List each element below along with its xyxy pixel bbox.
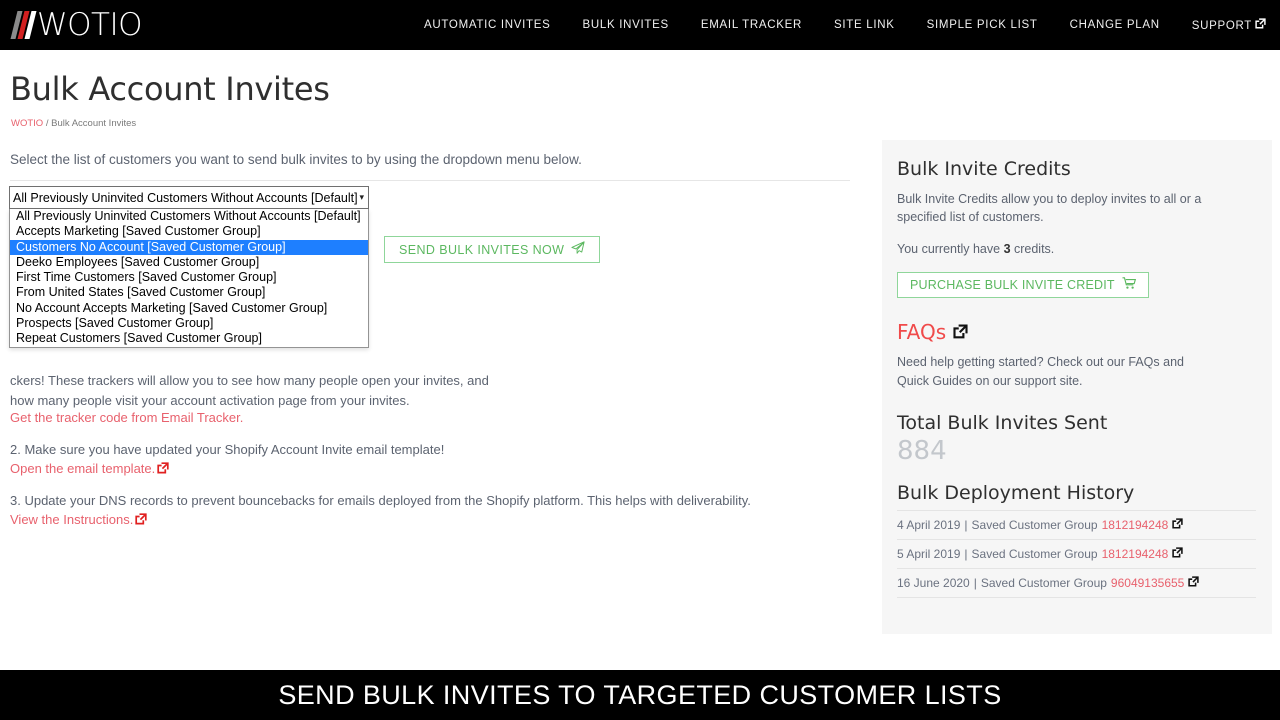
history-group-id[interactable]: 96049135655	[1111, 576, 1184, 590]
purchase-bulk-invite-credit-button[interactable]: PURCHASE BULK INVITE CREDIT	[897, 272, 1149, 299]
nav-item-bulk-invites[interactable]: BULK INVITES	[567, 19, 685, 31]
breadcrumb-current: Bulk Account Invites	[51, 118, 137, 129]
external-link-icon	[953, 320, 968, 344]
credits-count: 3	[1003, 242, 1011, 257]
logo-bars-icon	[10, 10, 37, 40]
nav-item-support[interactable]: SUPPORT	[1176, 18, 1270, 32]
bulk-invite-credits-heading: Bulk Invite Credits	[897, 158, 1071, 180]
wotio-logo[interactable]: WOTIO	[10, 7, 143, 43]
nav-item-support-label: SUPPORT	[1191, 20, 1252, 32]
footer-spacer	[0, 662, 1280, 670]
intro-text: Select the list of customers you want to…	[10, 152, 582, 167]
top-navigation-bar: WOTIO AUTOMATIC INVITES BULK INVITES EMA…	[0, 0, 1280, 50]
customer-list-select-value: All Previously Uninvited Customers Witho…	[13, 190, 358, 205]
history-row[interactable]: 16 June 2020 | Saved Customer Group 96049…	[897, 567, 1256, 598]
history-row[interactable]: 5 April 2019 | Saved Customer Group 18121…	[897, 538, 1256, 568]
page-title: Bulk Account Invites	[10, 70, 330, 108]
sidebar-panel: Bulk Invite Credits Bulk Invite Credits …	[882, 140, 1272, 634]
dropdown-option-selected[interactable]: Customers No Account [Saved Customer Gro…	[10, 239, 368, 255]
external-link-icon	[1172, 546, 1184, 561]
history-group-id[interactable]: 1812194248	[1102, 518, 1169, 532]
chevron-down-icon: ▾	[359, 192, 364, 202]
history-group-id[interactable]: 1812194248	[1102, 547, 1169, 561]
nav-item-site-link[interactable]: SITE LINK	[818, 19, 911, 31]
customer-list-dropdown[interactable]: All Previously Uninvited Customers Witho…	[9, 209, 369, 348]
tracker-code-link[interactable]: Get the tracker code from Email Tracker.	[10, 410, 243, 425]
cart-icon	[1122, 277, 1136, 293]
faqs-description: Need help getting started? Check out our…	[897, 355, 1184, 388]
external-link-icon	[1255, 18, 1266, 32]
dropdown-option[interactable]: All Previously Uninvited Customers Witho…	[10, 209, 368, 224]
paper-plane-icon	[571, 241, 585, 258]
breadcrumb-home-link[interactable]: WOTIO	[11, 118, 43, 129]
total-bulk-invites-sent-value: 884	[897, 435, 947, 466]
customer-list-select[interactable]: All Previously Uninvited Customers Witho…	[9, 186, 369, 209]
nav-item-email-tracker[interactable]: EMAIL TRACKER	[685, 19, 818, 31]
external-link-icon	[1188, 575, 1200, 590]
nav-item-change-plan[interactable]: CHANGE PLAN	[1054, 19, 1176, 31]
send-bulk-invites-label: SEND BULK INVITES NOW	[399, 242, 565, 257]
history-label: Saved Customer Group	[980, 575, 1107, 590]
faqs-heading[interactable]: FAQs	[897, 320, 1256, 344]
faqs-label: FAQs	[897, 320, 947, 345]
history-date: 5 April 2019	[897, 546, 961, 561]
tracker-text-line-1: ckers! These trackers will allow you to …	[10, 373, 489, 388]
history-date: 4 April 2019	[897, 517, 961, 532]
view-instructions-link[interactable]: View the Instructions.	[10, 512, 147, 528]
history-separator: |	[964, 517, 968, 532]
history-separator: |	[964, 546, 968, 561]
nav-links: AUTOMATIC INVITES BULK INVITES EMAIL TRA…	[408, 18, 1280, 32]
logo-text: WOTIO	[37, 7, 143, 43]
dropdown-option[interactable]: No Account Accepts Marketing [Saved Cust…	[10, 301, 368, 316]
step-2-text: 2. Make sure you have updated your Shopi…	[10, 442, 445, 457]
step-3-text: 3. Update your DNS records to prevent bo…	[10, 493, 751, 508]
bulk-deployment-history-heading: Bulk Deployment History	[897, 481, 1135, 504]
breadcrumb: WOTIO / Bulk Account Invites	[11, 118, 136, 129]
bulk-invite-credits-description: Bulk Invite Credits allow you to deploy …	[897, 192, 1202, 225]
breadcrumb-separator: /	[43, 118, 52, 129]
open-email-template-link[interactable]: Open the email template.	[10, 461, 169, 477]
external-link-icon	[135, 513, 147, 528]
tracker-text-line-2: how many people visit your account activ…	[10, 393, 410, 408]
footer-banner-text: SEND BULK INVITES TO TARGETED CUSTOMER L…	[278, 679, 1002, 710]
dropdown-option[interactable]: Accepts Marketing [Saved Customer Group]	[10, 224, 368, 239]
open-email-template-label: Open the email template.	[10, 461, 156, 476]
footer-banner: SEND BULK INVITES TO TARGETED CUSTOMER L…	[0, 670, 1280, 720]
history-row[interactable]: 4 April 2019 | Saved Customer Group 18121…	[897, 509, 1256, 539]
customer-list-select-wrapper: All Previously Uninvited Customers Witho…	[9, 186, 369, 348]
credits-suffix: credits.	[1010, 242, 1055, 257]
view-instructions-label: View the Instructions.	[10, 512, 134, 527]
credits-prefix: You currently have	[897, 242, 1004, 257]
content-divider	[10, 180, 850, 181]
dropdown-option[interactable]: Repeat Customers [Saved Customer Group]	[10, 331, 368, 346]
nav-item-automatic-invites[interactable]: AUTOMATIC INVITES	[408, 19, 567, 31]
history-separator: |	[973, 575, 977, 590]
history-label: Saved Customer Group	[971, 517, 1098, 532]
history-label: Saved Customer Group	[971, 546, 1098, 561]
send-bulk-invites-button[interactable]: SEND BULK INVITES NOW	[384, 236, 601, 263]
page-content: Bulk Account Invites WOTIO / Bulk Accoun…	[0, 50, 1280, 670]
history-date: 16 June 2020	[897, 575, 970, 590]
dropdown-option[interactable]: Deeko Employees [Saved Customer Group]	[10, 255, 368, 270]
dropdown-option[interactable]: First Time Customers [Saved Customer Gro…	[10, 270, 368, 285]
external-link-icon	[1172, 517, 1184, 532]
purchase-button-label: PURCHASE BULK INVITE CREDIT	[910, 278, 1115, 293]
total-bulk-invites-sent-heading: Total Bulk Invites Sent	[897, 411, 1108, 434]
credits-balance-text: You currently have 3 credits.	[897, 240, 1215, 258]
dropdown-option[interactable]: From United States [Saved Customer Group…	[10, 285, 368, 300]
nav-item-simple-pick-list[interactable]: SIMPLE PICK LIST	[911, 19, 1054, 31]
dropdown-option[interactable]: Prospects [Saved Customer Group]	[10, 316, 368, 331]
external-link-icon	[157, 462, 169, 477]
